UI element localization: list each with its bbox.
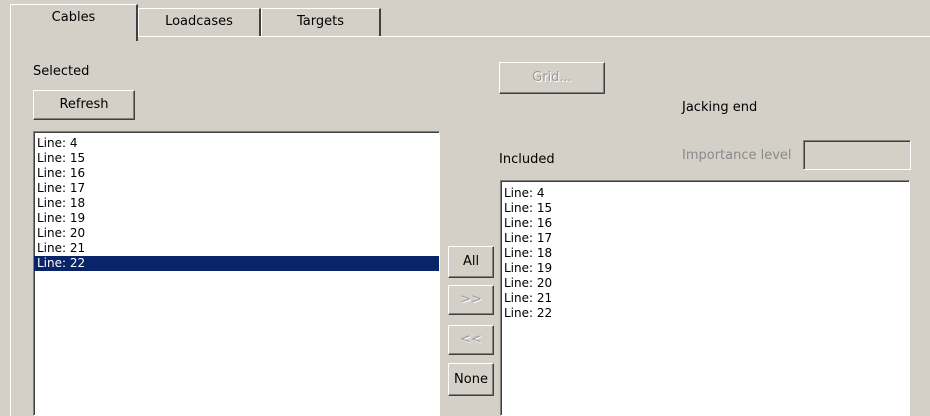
remove-all-button[interactable]: None: [448, 363, 494, 396]
list-item[interactable]: Line: 18: [34, 196, 439, 211]
list-item[interactable]: Line: 19: [501, 261, 909, 276]
add-selected-button[interactable]: >>: [448, 285, 494, 315]
tab-cables[interactable]: Cables: [10, 4, 138, 41]
list-item[interactable]: Line: 16: [34, 166, 439, 181]
list-item[interactable]: Line: 15: [501, 201, 909, 216]
remove-selected-button[interactable]: <<: [448, 325, 494, 355]
list-item[interactable]: Line: 16: [501, 216, 909, 231]
selected-cables-list[interactable]: Line: 4 Line: 15 Line: 16 Line: 17 Line: 18 L…: [33, 131, 440, 416]
tab-targets[interactable]: Targets: [261, 8, 381, 36]
list-item[interactable]: Line: 4: [501, 186, 909, 201]
list-item[interactable]: Line: 17: [501, 231, 909, 246]
list-item[interactable]: Line: 15: [34, 151, 439, 166]
list-item[interactable]: Line: 21: [34, 241, 439, 256]
refresh-button[interactable]: Refresh: [33, 90, 135, 120]
tab-loadcases[interactable]: Loadcases: [138, 8, 261, 36]
grid-button[interactable]: Grid...: [499, 62, 605, 94]
list-item[interactable]: Line: 21: [501, 291, 909, 306]
list-item[interactable]: Line: 18: [501, 246, 909, 261]
list-item[interactable]: Line: 4: [34, 136, 439, 151]
add-all-button[interactable]: All: [448, 246, 494, 278]
included-cables-list[interactable]: Line: 4 Line: 15 Line: 16 Line: 17 Line: 18 L…: [500, 180, 910, 416]
list-item[interactable]: Line: 20: [34, 226, 439, 241]
list-item[interactable]: Line: 19: [34, 211, 439, 226]
included-label: Included: [499, 152, 555, 167]
selected-label: Selected: [33, 64, 90, 79]
list-item[interactable]: Line: 22: [501, 306, 909, 321]
jacking-end-label: Jacking end: [682, 100, 758, 115]
list-item[interactable]: Line: 20: [501, 276, 909, 291]
importance-level-field[interactable]: [803, 140, 911, 170]
list-item[interactable]: Line: 22: [34, 256, 439, 271]
list-item[interactable]: Line: 17: [34, 181, 439, 196]
importance-level-label: Importance level: [682, 148, 792, 163]
